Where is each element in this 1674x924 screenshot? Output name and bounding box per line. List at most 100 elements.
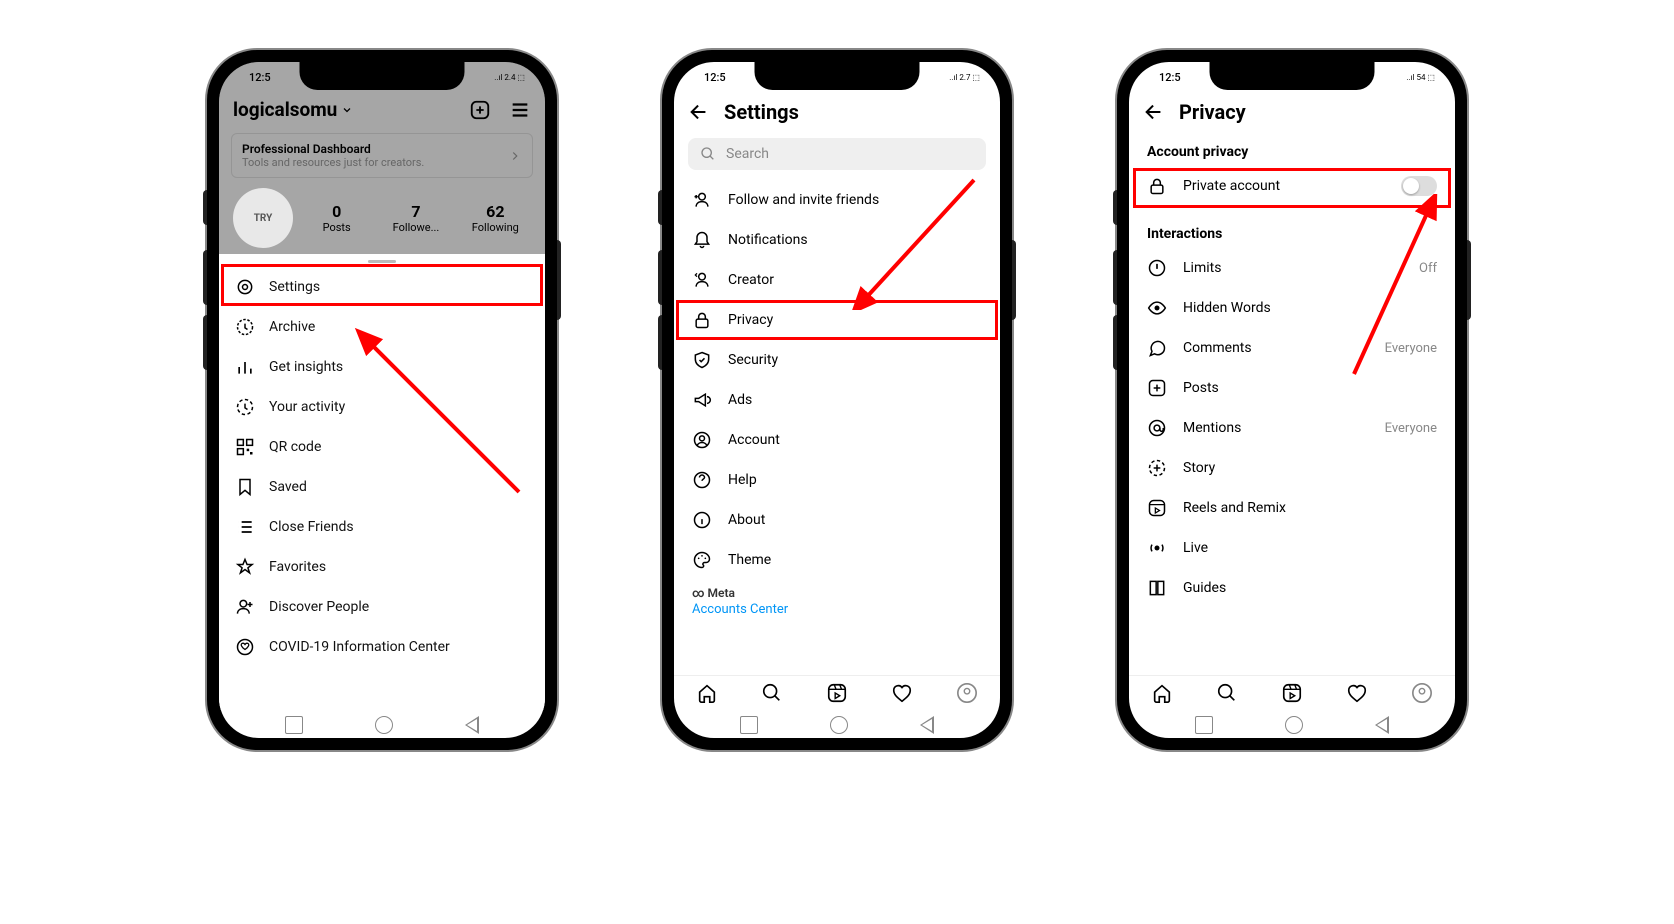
nav-home-icon[interactable] [1151, 682, 1173, 704]
settings-creator[interactable]: Creator [674, 260, 1000, 300]
back-arrow-icon[interactable] [1143, 101, 1165, 123]
privacy-mentions[interactable]: Mentions Everyone [1129, 408, 1455, 448]
highlight-settings [221, 264, 543, 306]
status-time: 12:5 [1149, 71, 1181, 84]
guides-icon [1147, 578, 1167, 598]
android-home-button[interactable] [375, 716, 393, 734]
privacy-guides[interactable]: Guides [1129, 568, 1455, 608]
settings-account[interactable]: Account [674, 420, 1000, 460]
eye-icon [1147, 298, 1167, 318]
chevron-down-icon [341, 104, 353, 116]
menu-activity[interactable]: Your activity [219, 387, 545, 427]
settings-ads[interactable]: Ads [674, 380, 1000, 420]
menu-discover[interactable]: Discover People [219, 587, 545, 627]
settings-help[interactable]: Help [674, 460, 1000, 500]
menu-close-friends[interactable]: Close Friends [219, 507, 545, 547]
privacy-posts[interactable]: Posts [1129, 368, 1455, 408]
android-back-button[interactable] [465, 716, 479, 734]
at-icon [1147, 418, 1167, 438]
menu-favorites[interactable]: Favorites [219, 547, 545, 587]
add-people-icon [692, 190, 712, 210]
settings-theme[interactable]: Theme [674, 540, 1000, 580]
search-box[interactable]: Search [688, 138, 986, 170]
posts-icon [1147, 378, 1167, 398]
android-back-button[interactable] [920, 716, 934, 734]
stat-posts[interactable]: 0 Posts [301, 202, 372, 234]
back-arrow-icon[interactable] [688, 101, 710, 123]
info-icon [692, 510, 712, 530]
comments-value: Everyone [1385, 341, 1437, 356]
nav-activity-icon[interactable] [1346, 682, 1368, 704]
privacy-hidden-words[interactable]: Hidden Words [1129, 288, 1455, 328]
hamburger-menu-icon[interactable] [509, 99, 531, 121]
accounts-center-link[interactable]: Accounts Center [692, 602, 982, 617]
archive-icon [235, 317, 255, 337]
username-text: logicalsomu [233, 98, 337, 121]
menu-archive[interactable]: Archive [219, 307, 545, 347]
privacy-reels[interactable]: Reels and Remix [1129, 488, 1455, 528]
account-icon [692, 430, 712, 450]
private-account-toggle[interactable] [1401, 176, 1437, 196]
nav-search-icon[interactable] [761, 682, 783, 704]
bookmark-icon [235, 477, 255, 497]
heart-icon [235, 637, 255, 657]
section-account-privacy: Account privacy [1129, 134, 1455, 166]
star-icon [235, 557, 255, 577]
settings-follow-invite[interactable]: Follow and invite friends [674, 180, 1000, 220]
android-recent-button[interactable] [740, 716, 758, 734]
privacy-live[interactable]: Live [1129, 528, 1455, 568]
android-recent-button[interactable] [285, 716, 303, 734]
bell-icon [692, 230, 712, 250]
privacy-comments[interactable]: Comments Everyone [1129, 328, 1455, 368]
phone-frame-3: 12:5 ..ıl 54 ⬚ Privacy Account privacy P… [1117, 50, 1467, 750]
professional-dashboard-card[interactable]: Professional Dashboard Tools and resourc… [231, 133, 533, 178]
nav-profile-icon[interactable] [956, 682, 978, 704]
sheet-handle[interactable] [368, 260, 396, 263]
android-home-button[interactable] [830, 716, 848, 734]
nav-search-icon[interactable] [1216, 682, 1238, 704]
menu-qr[interactable]: QR code [219, 427, 545, 467]
android-back-button[interactable] [1375, 716, 1389, 734]
privacy-story[interactable]: Story [1129, 448, 1455, 488]
meta-brand: ∞ Meta [692, 586, 982, 600]
menu-covid[interactable]: COVID-19 Information Center [219, 627, 545, 667]
status-time: 12:5 [694, 71, 726, 84]
search-icon [700, 146, 716, 162]
story-icon [1147, 458, 1167, 478]
menu-saved[interactable]: Saved [219, 467, 545, 507]
stat-followers[interactable]: 7 Followe... [380, 202, 451, 234]
menu-insights[interactable]: Get insights [219, 347, 545, 387]
android-nav-bar [674, 710, 1000, 738]
page-title: Settings [724, 100, 799, 124]
create-post-icon[interactable] [469, 99, 491, 121]
help-icon [692, 470, 712, 490]
bottom-nav [674, 675, 1000, 710]
section-interactions: Interactions [1129, 216, 1455, 248]
phone-frame-2: 12:5 ..ıl 2.7 ⬚ Settings Search Follow a… [662, 50, 1012, 750]
stat-following[interactable]: 62 Following [460, 202, 531, 234]
android-nav-bar [219, 710, 545, 738]
add-people-icon [235, 597, 255, 617]
status-time: 12:5 [239, 71, 271, 84]
privacy-limits[interactable]: Limits Off [1129, 248, 1455, 288]
settings-security[interactable]: Security [674, 340, 1000, 380]
nav-home-icon[interactable] [696, 682, 718, 704]
page-title: Privacy [1179, 100, 1246, 124]
bottom-sheet: Settings Archive Get insights Your activ… [219, 254, 545, 710]
list-icon [235, 517, 255, 537]
profile-username[interactable]: logicalsomu [233, 98, 353, 121]
bottom-nav [1129, 675, 1455, 710]
settings-notifications[interactable]: Notifications [674, 220, 1000, 260]
android-recent-button[interactable] [1195, 716, 1213, 734]
highlight-privacy [676, 300, 998, 340]
creator-icon [692, 270, 712, 290]
activity-icon [235, 397, 255, 417]
profile-avatar[interactable]: TRY [233, 188, 293, 248]
nav-profile-icon[interactable] [1411, 682, 1433, 704]
android-home-button[interactable] [1285, 716, 1303, 734]
nav-reels-icon[interactable] [1281, 682, 1303, 704]
status-indicators: ..ıl 54 ⬚ [1406, 73, 1435, 82]
nav-activity-icon[interactable] [891, 682, 913, 704]
settings-about[interactable]: About [674, 500, 1000, 540]
nav-reels-icon[interactable] [826, 682, 848, 704]
